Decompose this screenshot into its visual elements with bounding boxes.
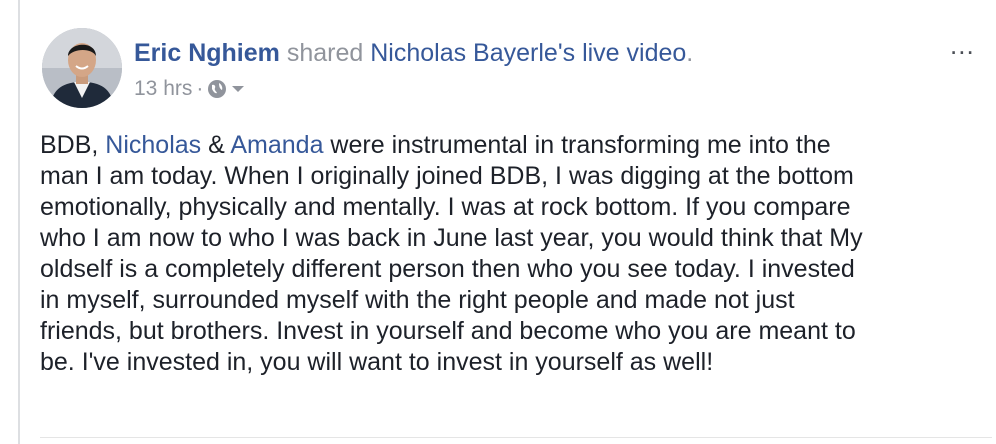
body-line-8: be. I've invested in, you will want to i… [40,348,714,376]
mention-amanda-link[interactable]: Amanda [230,131,323,159]
more-options-button[interactable]: ... [950,30,975,61]
shared-text: shared [286,39,364,67]
feed-post: Eric Nghiem shared Nicholas Bayerle's li… [20,0,996,444]
mention-nicholas-link[interactable]: Nicholas [105,131,201,159]
source-suffix: 's [557,39,576,67]
content-type-link[interactable]: live video [582,39,686,67]
body-line-1-rest: were instrumental in transforming me int… [323,131,831,159]
timestamp-link[interactable]: 13 hrs [134,76,192,102]
body-line-4: who I am now to who I was back in June l… [40,224,863,252]
header-period: . [686,39,694,67]
body-line-7: friends, but brothers. Invest in yoursel… [40,317,856,345]
body-line-5: oldself is a completely different person… [40,255,855,283]
chevron-down-icon[interactable] [231,84,245,94]
post-meta: 13 hrs · [134,76,245,102]
body-line-6: in myself, surrounded myself with the ri… [40,286,795,314]
body-part-2: & [201,131,231,159]
source-name[interactable]: Nicholas Bayerle [370,39,558,67]
post-header: Eric Nghiem shared Nicholas Bayerle's li… [134,38,693,68]
globe-icon[interactable] [207,79,227,99]
avatar[interactable] [42,28,122,108]
source-name-link[interactable]: Nicholas Bayerle's [370,39,575,67]
body-line-2: man I am today. When I originally joined… [40,162,854,190]
post-divider [40,437,992,438]
post-body: BDB, Nicholas & Amanda were instrumental… [40,130,990,378]
body-line-1: BDB, Nicholas & Amanda were instrumental… [40,130,990,161]
body-part-1: BDB, [40,131,106,159]
body-line-3: emotionally, physically and mentally. I … [40,193,851,221]
actor-name-link[interactable]: Eric Nghiem [134,39,280,67]
meta-separator: · [196,77,204,100]
